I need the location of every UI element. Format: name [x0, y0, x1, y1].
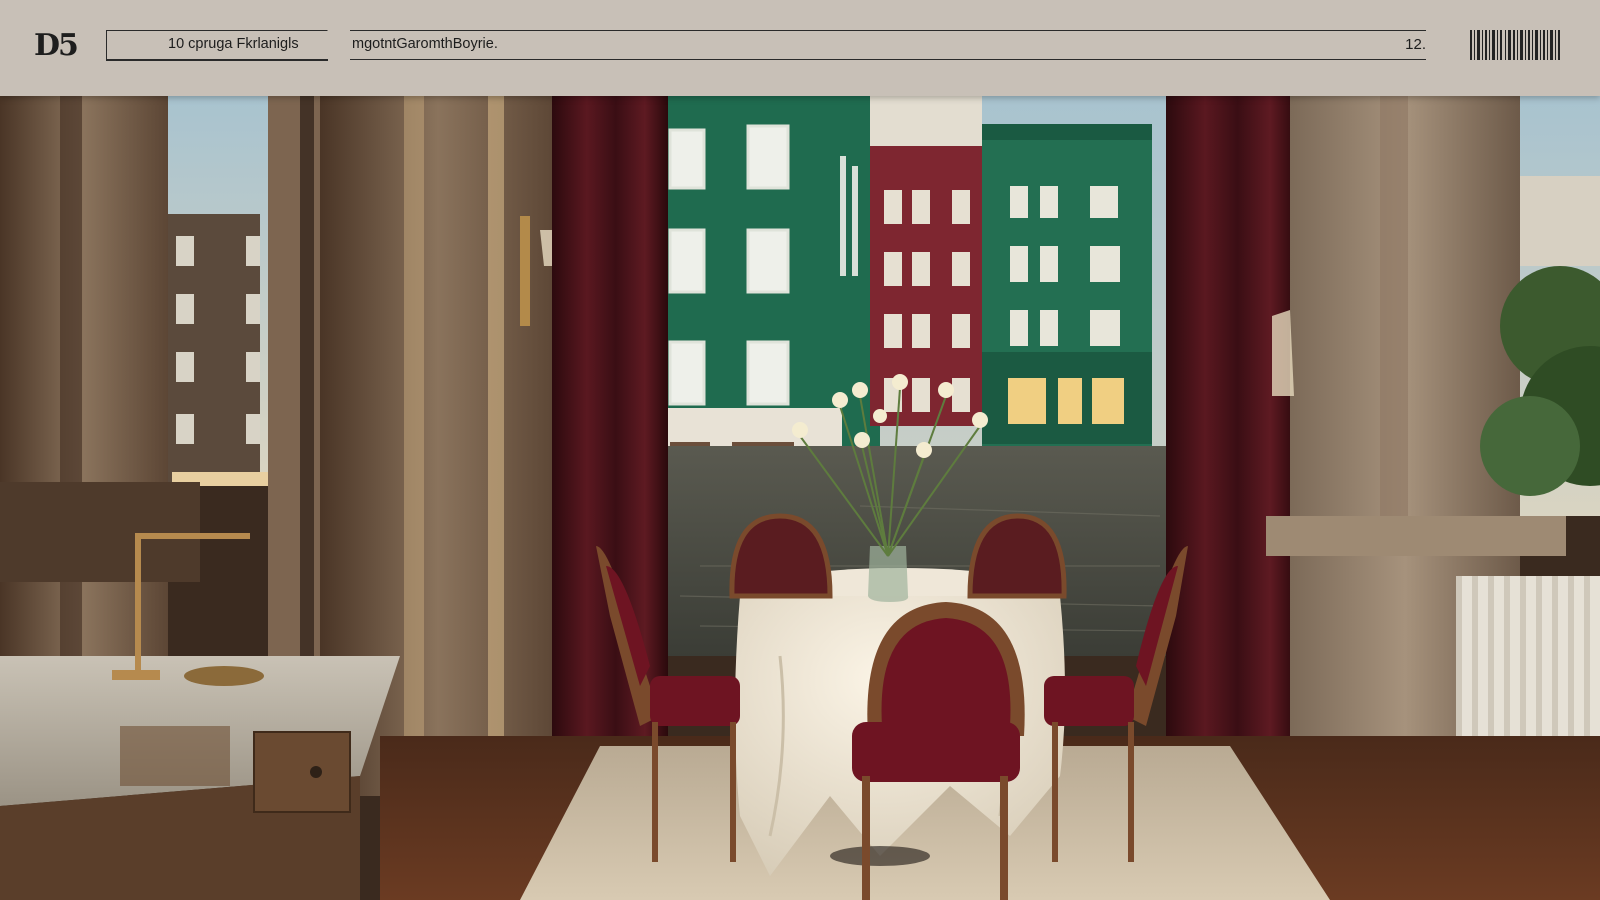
search-input-text: mgotntGaromthBoyrie. — [352, 36, 498, 52]
left-stone-column — [0, 96, 324, 656]
curtain-left — [552, 96, 668, 746]
top-toolbar: D5 10 cpruga Fkrlanigls mgotntGaromthBoy… — [0, 0, 1600, 96]
brand-logo[interactable]: D5 — [34, 26, 96, 66]
search-input[interactable] — [350, 30, 1426, 60]
category-field-label: 10 cpruga Fkrlanigls — [168, 36, 299, 52]
logo-text: D5 — [34, 28, 79, 63]
result-count: 12. — [1405, 36, 1426, 53]
restaurant-photo — [0, 96, 1600, 900]
barcode-icon[interactable] — [1470, 30, 1560, 60]
category-field-underline — [106, 59, 328, 61]
curtain-right — [1166, 96, 1296, 746]
